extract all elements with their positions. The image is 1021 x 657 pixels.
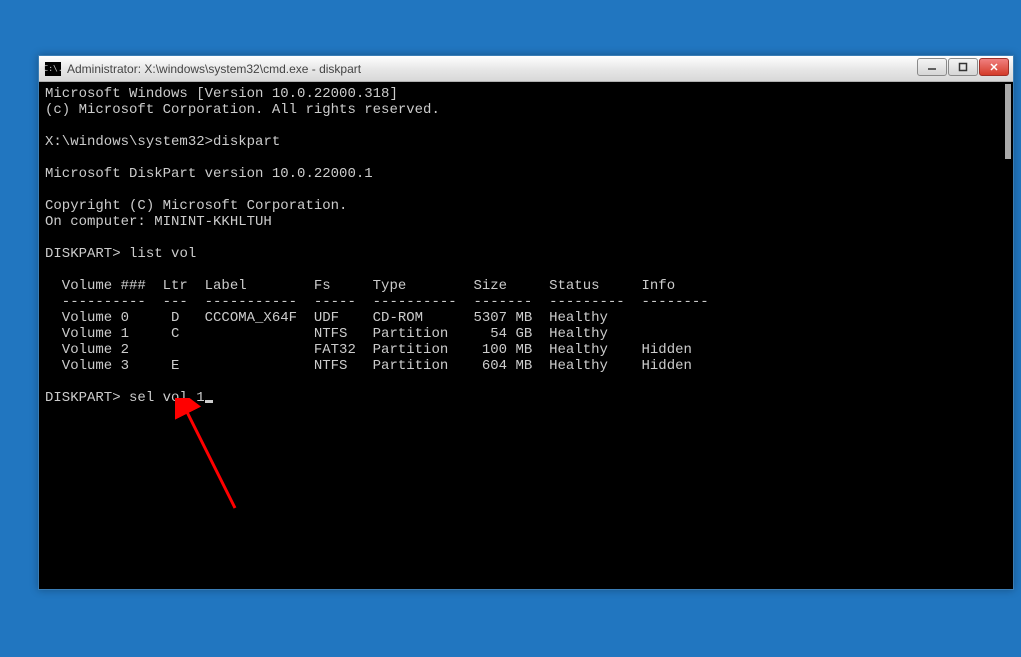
prompt-path: X:\windows\system32> — [45, 134, 213, 150]
console-output: Microsoft Windows [Version 10.0.22000.31… — [45, 86, 1007, 406]
table-row: Volume 2 FAT32 Partition 100 MB Healthy … — [45, 342, 692, 358]
diskpart-version: Microsoft DiskPart version 10.0.22000.1 — [45, 166, 373, 182]
minimize-button[interactable] — [917, 58, 947, 76]
command-diskpart: diskpart — [213, 134, 280, 150]
cmd-window: C:\. Administrator: X:\windows\system32\… — [38, 55, 1014, 590]
close-button[interactable] — [979, 58, 1009, 76]
minimize-icon — [927, 62, 937, 72]
window-controls — [917, 58, 1009, 76]
diskpart-prompt: DISKPART> — [45, 246, 121, 262]
close-icon — [989, 62, 999, 72]
table-header: Volume ### Ltr Label Fs Type Size Status… — [45, 278, 675, 294]
window-title: Administrator: X:\windows\system32\cmd.e… — [67, 62, 361, 76]
command-sel-vol: sel vol 1 — [129, 390, 205, 406]
maximize-button[interactable] — [948, 58, 978, 76]
table-divider: ---------- --- ----------- ----- -------… — [45, 294, 709, 310]
command-list-vol: list vol — [129, 246, 196, 262]
diskpart-copyright: Copyright (C) Microsoft Corporation. — [45, 198, 347, 214]
text-cursor — [205, 400, 213, 403]
scrollbar[interactable] — [1005, 84, 1011, 159]
diskpart-prompt: DISKPART> — [45, 390, 121, 406]
computer-name: On computer: MININT-KKHLTUH — [45, 214, 272, 230]
titlebar[interactable]: C:\. Administrator: X:\windows\system32\… — [39, 56, 1013, 82]
os-copyright: (c) Microsoft Corporation. All rights re… — [45, 102, 440, 118]
table-row: Volume 3 E NTFS Partition 604 MB Healthy… — [45, 358, 692, 374]
cmd-icon: C:\. — [45, 62, 61, 76]
console-body[interactable]: Microsoft Windows [Version 10.0.22000.31… — [39, 82, 1013, 589]
table-row: Volume 0 D CCCOMA_X64F UDF CD-ROM 5307 M… — [45, 310, 608, 326]
maximize-icon — [958, 62, 968, 72]
os-version: Microsoft Windows [Version 10.0.22000.31… — [45, 86, 398, 102]
table-row: Volume 1 C NTFS Partition 54 GB Healthy — [45, 326, 608, 342]
